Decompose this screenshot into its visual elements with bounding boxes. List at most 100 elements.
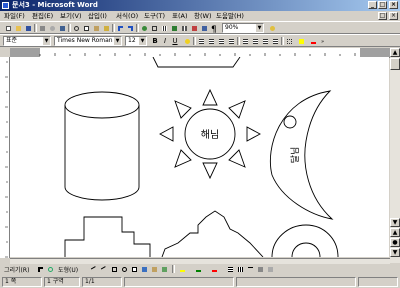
new-document-icon[interactable] (4, 24, 12, 32)
zoom-select[interactable]: 90% ▼ (222, 23, 264, 33)
save-icon[interactable] (24, 24, 32, 32)
document-page[interactable]: 해님 달님 (10, 57, 389, 257)
menu-file[interactable]: 파일(F) (4, 11, 25, 21)
print-icon[interactable] (38, 24, 46, 32)
italic-icon[interactable]: I (161, 37, 169, 45)
bullets-icon[interactable] (251, 37, 259, 45)
vertical-scrollbar[interactable]: ▲ ▼ ▲ ● ▼ (390, 48, 400, 263)
close-button[interactable]: × (389, 1, 398, 9)
open-folder-icon[interactable] (14, 24, 22, 32)
status-page-count: 1/1 (82, 277, 122, 287)
select-objects-icon[interactable] (36, 265, 44, 273)
stepped-shape-center (161, 210, 264, 257)
rectangle-icon[interactable] (110, 265, 118, 273)
paste-icon[interactable] (92, 24, 100, 32)
doc-close-button[interactable]: × (389, 12, 398, 20)
print-preview-icon[interactable] (48, 24, 56, 32)
menu-edit[interactable]: 편집(E) (32, 11, 53, 21)
vertical-ruler-ticks (5, 61, 8, 258)
zoom-dropdown-icon[interactable]: ▼ (256, 24, 263, 32)
word-app-icon[interactable] (2, 2, 9, 9)
insert-table-icon[interactable] (160, 24, 168, 32)
scroll-down-icon[interactable]: ▼ (390, 218, 400, 227)
columns-icon[interactable] (180, 24, 188, 32)
minimize-button[interactable]: _ (368, 1, 377, 9)
menu-view[interactable]: 보기(V) (60, 11, 81, 21)
prev-page-icon[interactable]: ▲ (390, 228, 400, 237)
maximize-button[interactable]: □ (378, 1, 387, 9)
menu-window[interactable]: 창(W) (194, 11, 211, 21)
justify-icon[interactable] (227, 37, 235, 45)
style-dropdown-icon[interactable]: ▼ (43, 37, 50, 45)
document-map-icon[interactable] (200, 24, 208, 32)
moon-shape (269, 90, 334, 220)
draw-font-color-icon[interactable] (210, 265, 218, 273)
style-select[interactable]: 표준 ▼ (3, 36, 51, 46)
browse-object-icon[interactable]: ● (390, 238, 400, 247)
menu-insert[interactable]: 삽입(I) (88, 11, 107, 21)
font-color-icon[interactable] (309, 37, 317, 45)
toolbar-options-icon[interactable]: » (319, 37, 327, 45)
fill-color-icon[interactable] (178, 265, 186, 273)
shadow-icon[interactable] (256, 265, 264, 273)
cut-icon[interactable] (72, 24, 80, 32)
show-hide-icon[interactable]: ¶ (210, 24, 218, 35)
draw-menu[interactable]: 그리기(R) (4, 265, 29, 274)
format-painter-icon[interactable] (102, 24, 110, 32)
spelling-icon[interactable] (58, 24, 66, 32)
menu-help[interactable]: 도움말(H) (216, 11, 244, 21)
menu-format[interactable]: 서식(O) (116, 11, 138, 21)
insert-excel-icon[interactable] (170, 24, 178, 32)
3d-icon[interactable] (266, 265, 274, 273)
decrease-indent-icon[interactable] (261, 37, 269, 45)
font-select[interactable]: Times New Roman ▼ (54, 36, 122, 46)
free-rotate-icon[interactable] (46, 265, 54, 273)
cylinder-shape (64, 91, 140, 201)
wordart-icon[interactable] (140, 265, 148, 273)
tables-borders-icon[interactable] (150, 24, 158, 32)
text-box-icon[interactable] (130, 265, 138, 273)
line-color-icon[interactable] (194, 265, 202, 273)
menu-tools[interactable]: 도구(T) (144, 11, 165, 21)
line-icon[interactable] (90, 265, 99, 274)
font-dropdown-icon[interactable]: ▼ (114, 37, 121, 45)
insert-picture-icon[interactable] (160, 265, 168, 273)
arrow-style-icon[interactable] (246, 265, 254, 273)
scroll-up-icon[interactable]: ▲ (390, 48, 400, 57)
align-center-icon[interactable] (207, 37, 215, 45)
align-right-icon[interactable] (217, 37, 225, 45)
line-style-icon[interactable] (226, 265, 234, 273)
undo-icon[interactable] (116, 24, 124, 32)
redo-icon[interactable] (126, 24, 134, 32)
scroll-thumb[interactable] (390, 58, 400, 70)
copy-icon[interactable] (82, 24, 90, 32)
border-icon[interactable] (285, 37, 293, 45)
font-size-select[interactable]: 12 ▼ (125, 36, 147, 46)
arrow-icon[interactable] (100, 265, 109, 274)
vertical-ruler (0, 57, 10, 258)
increase-indent-icon[interactable] (271, 37, 279, 45)
status-page: 1 쪽 (2, 277, 42, 287)
oval-icon[interactable] (120, 265, 128, 273)
smiley-icon[interactable] (183, 37, 191, 45)
hyperlink-icon[interactable] (140, 24, 148, 32)
status-bar: 1 쪽 1 구역 1/1 (0, 276, 400, 288)
menu-table[interactable]: 표(A) (172, 11, 188, 21)
highlight-icon[interactable] (297, 37, 305, 45)
underline-icon[interactable]: U (171, 37, 179, 45)
moon-label: 달님 (289, 147, 301, 164)
numbering-icon[interactable] (241, 37, 249, 45)
drawing-toolbar: 그리기(R) 도형(U) (0, 263, 400, 276)
size-dropdown-icon[interactable]: ▼ (139, 37, 146, 45)
doc-restore-button[interactable]: □ (378, 12, 387, 20)
help-icon[interactable] (268, 24, 276, 32)
donut-shape (271, 224, 339, 257)
next-page-icon[interactable]: ▼ (390, 248, 400, 257)
clip-art-icon[interactable] (150, 265, 158, 273)
dash-style-icon[interactable] (236, 265, 244, 273)
drawing-icon[interactable] (190, 24, 198, 32)
align-left-icon[interactable] (197, 37, 205, 45)
bold-icon[interactable]: B (151, 37, 159, 45)
autoshapes-menu[interactable]: 도형(U) (58, 265, 78, 274)
menu-bar: 파일(F) 편집(E) 보기(V) 삽입(I) 서식(O) 도구(T) 표(A)… (0, 11, 400, 21)
